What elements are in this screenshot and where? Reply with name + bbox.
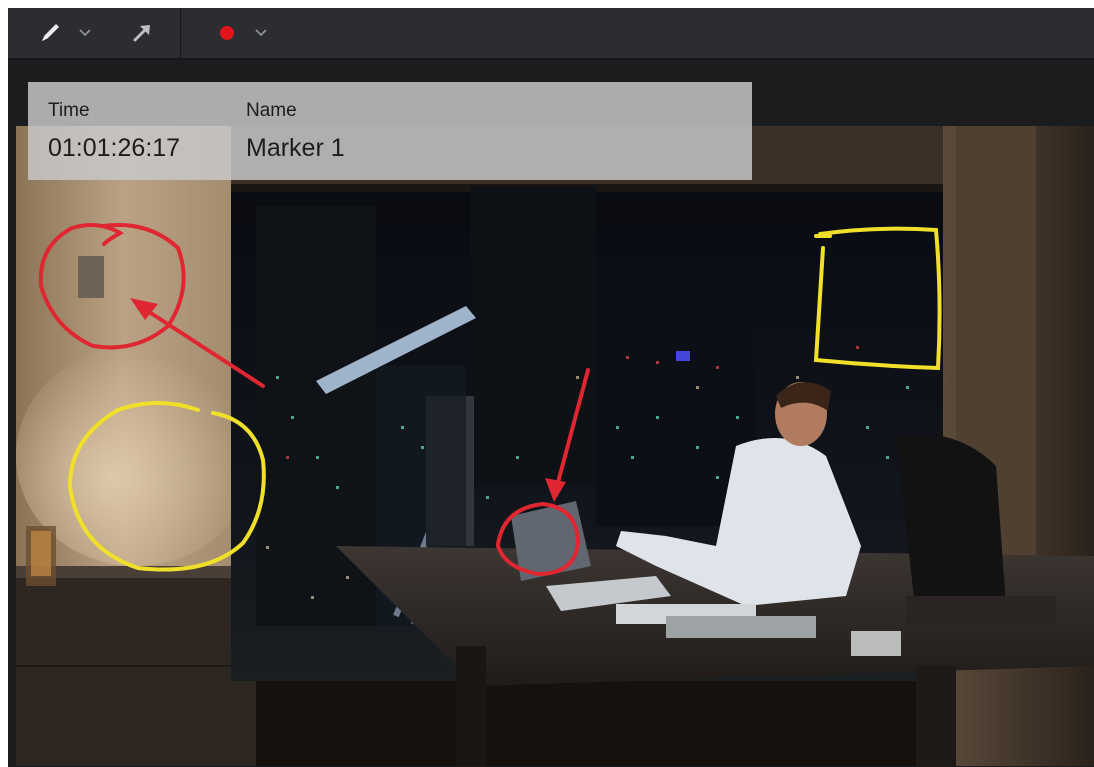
arrow-icon [133,25,150,42]
color-picker-button[interactable] [212,8,242,58]
marker-info-panel: Time 01:01:26:17 Name Marker 1 [28,82,752,180]
annotation-toolbar [8,8,1094,59]
pen-tool-button[interactable] [30,8,70,58]
name-label: Name [246,100,297,121]
video-frame[interactable] [16,126,1094,766]
chevron-down-icon [255,29,267,37]
pen-icon [42,24,59,41]
toolbar-divider [180,8,181,58]
marker-name-value: Marker 1 [246,134,345,162]
color-dropdown[interactable] [248,8,274,58]
red-dot-icon [220,26,234,40]
time-value: 01:01:26:17 [48,134,181,162]
office-night-scene [16,126,1094,766]
time-label: Time [48,100,90,121]
arrow-tool-button[interactable] [122,8,162,58]
chevron-down-icon [79,29,91,37]
pen-dropdown[interactable] [72,8,98,58]
annotation-viewer: Time 01:01:26:17 Name Marker 1 [8,8,1094,767]
